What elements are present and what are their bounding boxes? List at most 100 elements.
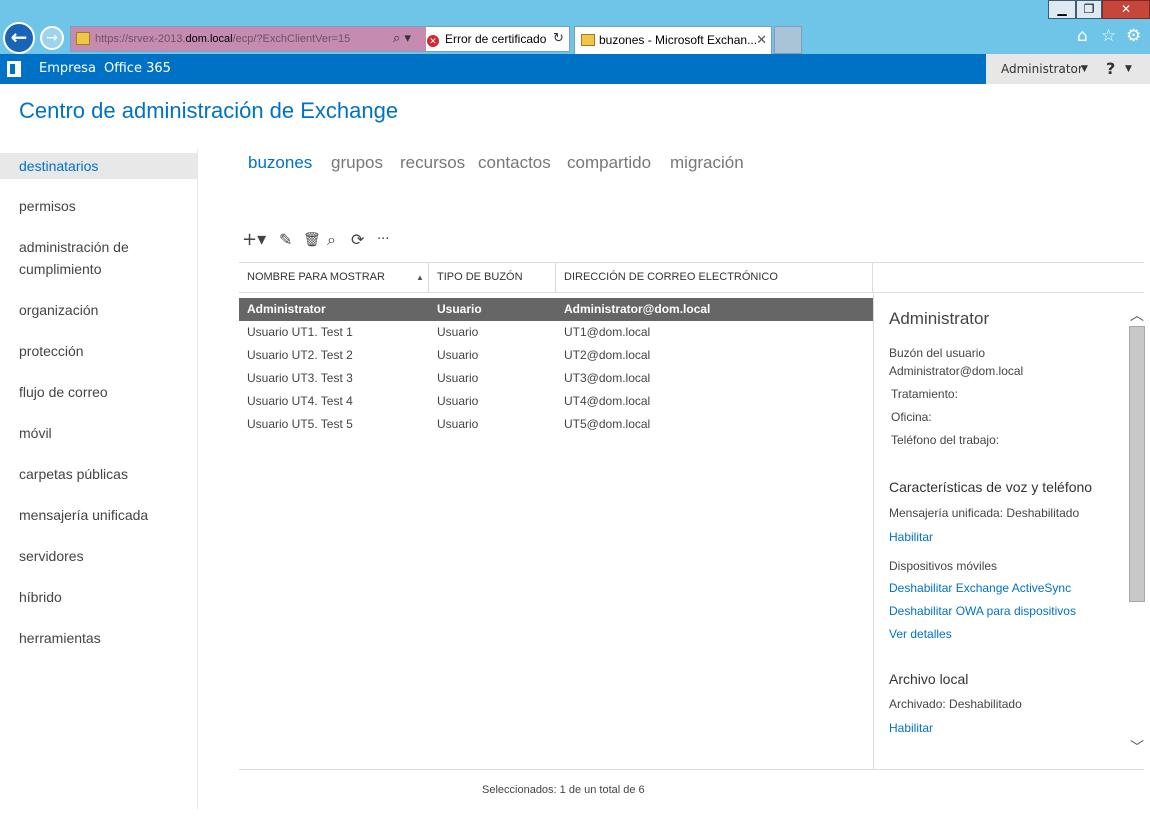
list-header: NOMBRE PARA MOSTRAR ▲ TIPO DE BUZÓN DIRE… (239, 262, 1144, 293)
minimize-button[interactable]: ▁ (1048, 0, 1076, 19)
nav-item-flujo-de-correo[interactable]: flujo de correo (0, 381, 198, 403)
tab-compartido[interactable]: compartido (567, 153, 651, 173)
delete-icon[interactable]: 🗑 (303, 231, 321, 249)
table-row[interactable]: Usuario UT5. Test 5 Usuario UT5@dom.loca… (239, 413, 873, 436)
mobile-devices-label: Dispositivos móviles (889, 559, 998, 573)
column-header-label: DIRECCIÓN DE CORREO ELECTRÓNICO (564, 271, 778, 283)
um-enable-link[interactable]: Habilitar (889, 530, 933, 544)
help-icon[interactable]: ? (1106, 54, 1115, 84)
url-field[interactable]: https://srvex-2013.dom.local/ecp/?ExchCl… (71, 27, 426, 51)
cell-email: UT3@dom.local (564, 371, 651, 385)
archive-section-title: Archivo local (889, 671, 969, 687)
office-logo-icon[interactable] (7, 61, 21, 77)
page-icon (76, 32, 90, 45)
more-icon[interactable]: ··· (377, 231, 389, 249)
cell-type: Usuario (437, 417, 479, 431)
settings-icon[interactable]: ⚙ (1126, 26, 1141, 46)
nav-item-proteccion[interactable]: protección (0, 340, 198, 362)
nav-item-permisos[interactable]: permisos (0, 195, 198, 217)
url-host: dom.local (185, 33, 233, 45)
url-prefix: https://srvex-2013. (95, 33, 186, 45)
mailbox-type: Buzón del usuario (889, 346, 986, 360)
home-icon[interactable]: ⌂ (1077, 26, 1088, 46)
nav-item-destinatarios[interactable]: destinatarios (0, 153, 198, 179)
column-header-display-name[interactable]: NOMBRE PARA MOSTRAR ▲ (239, 263, 429, 292)
nav-item-herramientas[interactable]: herramientas (0, 627, 198, 649)
details-pane: Administrator Buzón del usuario Administ… (873, 293, 1150, 769)
user-menu[interactable]: Administrator ▼ ? ▼ (986, 54, 1150, 84)
column-header-email[interactable]: DIRECCIÓN DE CORREO ELECTRÓNICO (556, 263, 873, 292)
cell-email: UT5@dom.local (564, 417, 651, 431)
cell-email: Administrator@dom.local (564, 302, 711, 316)
nav-item-servidores[interactable]: servidores (0, 545, 198, 567)
user-name: Administrator (1001, 62, 1083, 76)
search-dropdown-icon[interactable]: ⌕ ▾ (393, 27, 411, 51)
nav-item-organizacion[interactable]: organización (0, 299, 198, 321)
back-button[interactable]: ← (3, 22, 35, 54)
tab-buzones[interactable]: buzones (248, 153, 312, 173)
cell-name: Usuario UT3. Test 3 (247, 371, 353, 385)
tab-grupos[interactable]: grupos (331, 153, 383, 173)
error-icon: ✕ (427, 35, 439, 47)
page-title: Centro de administración de Exchange (19, 98, 399, 123)
list-divider (239, 769, 1144, 770)
search-icon[interactable]: ⌕ (327, 231, 336, 249)
disable-owa-link[interactable]: Deshabilitar OWA para dispositivos (889, 604, 1076, 618)
scroll-up-icon[interactable]: ︿ (1130, 305, 1144, 325)
table-row[interactable]: Usuario UT1. Test 1 Usuario UT1@dom.loca… (239, 321, 873, 344)
nav-item-administracion-cumplimiento[interactable]: administración de (0, 236, 198, 258)
view-details-link[interactable]: Ver detalles (889, 627, 952, 641)
table-row[interactable]: Usuario UT2. Test 2 Usuario UT2@dom.loca… (239, 344, 873, 367)
tab-close-icon[interactable]: ✕ (756, 27, 767, 53)
cell-name: Usuario UT4. Test 4 (247, 394, 353, 408)
selection-status: Seleccionados: 1 de un total de 6 (482, 784, 645, 796)
details-email: Administrator@dom.local (889, 364, 1024, 378)
tab-migracion[interactable]: migración (670, 153, 744, 173)
office365-link[interactable]: Office 365 (104, 54, 171, 84)
cell-type: Usuario (437, 325, 479, 339)
table-row[interactable]: Administrator Usuario Administrator@dom.… (239, 298, 873, 321)
nav-item-administracion-cumplimiento-line2[interactable]: cumplimiento (0, 258, 198, 280)
table-row[interactable]: Usuario UT3. Test 3 Usuario UT3@dom.loca… (239, 367, 873, 390)
close-window-button[interactable]: ✕ (1102, 0, 1150, 19)
nav-item-movil[interactable]: móvil (0, 422, 198, 444)
certificate-error-button[interactable]: ✕ Error de certificado (427, 27, 546, 51)
cell-email: UT2@dom.local (564, 348, 651, 362)
maximize-button[interactable]: ❐ (1076, 0, 1102, 19)
nav-item-mensajeria-unificada[interactable]: mensajería unificada (0, 504, 198, 526)
cell-email: UT1@dom.local (564, 325, 651, 339)
archive-enable-link[interactable]: Habilitar (889, 721, 933, 735)
cell-name: Usuario UT1. Test 1 (247, 325, 353, 339)
archive-status: Archivado: Deshabilitado (889, 697, 1022, 711)
chevron-down-icon: ▼ (1081, 64, 1088, 74)
cell-type: Usuario (437, 394, 479, 408)
scrollbar-thumb[interactable] (1129, 326, 1145, 602)
certificate-error-label: Error de certificado (445, 32, 547, 46)
browser-tab[interactable]: buzones - Microsoft Exchan... ✕ (574, 26, 772, 54)
favorites-icon[interactable]: ☆ (1101, 26, 1116, 46)
edit-icon[interactable]: ✎ (279, 231, 292, 249)
tab-contactos[interactable]: contactos (478, 153, 551, 173)
refresh-icon[interactable]: ⟳ (351, 231, 364, 249)
new-tab-button[interactable] (774, 26, 802, 54)
nav-item-hibrido[interactable]: híbrido (0, 586, 198, 608)
column-header-mailbox-type[interactable]: TIPO DE BUZÓN (429, 263, 556, 292)
tratamiento-label: Tratamiento: (891, 387, 958, 401)
table-row[interactable]: Usuario UT4. Test 4 Usuario UT4@dom.loca… (239, 390, 873, 413)
nav-item-carpetas-publicas[interactable]: carpetas públicas (0, 463, 198, 485)
scroll-down-icon[interactable]: ﹀ (1130, 737, 1144, 757)
forward-button[interactable]: → (40, 26, 64, 50)
tab-title: buzones - Microsoft Exchan... (599, 33, 758, 47)
disable-activesync-link[interactable]: Deshabilitar Exchange ActiveSync (889, 581, 1071, 595)
column-header-label: NOMBRE PARA MOSTRAR (247, 271, 385, 283)
refresh-icon[interactable]: ↻ (553, 27, 564, 51)
tab-page-icon (581, 34, 595, 46)
um-status: Mensajería unificada: Deshabilitado (889, 506, 1080, 520)
details-title: Administrator (889, 309, 990, 328)
tab-recursos[interactable]: recursos (400, 153, 465, 173)
browser-chrome: ▁ ❐ ✕ ← → https://srvex-2013.dom.local/e… (0, 0, 1150, 54)
chevron-down-icon[interactable]: ▼ (1125, 54, 1132, 84)
empresa-link[interactable]: Empresa (39, 54, 96, 84)
add-icon[interactable]: +▾ (242, 231, 266, 249)
address-bar[interactable]: https://srvex-2013.dom.local/ecp/?ExchCl… (70, 26, 570, 52)
